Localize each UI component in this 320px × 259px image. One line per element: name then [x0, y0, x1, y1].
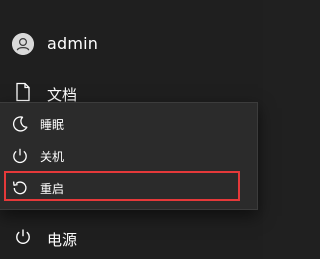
- menu-item-sleep[interactable]: 睡眠: [0, 108, 257, 140]
- menu-item-restart[interactable]: 重启: [0, 172, 257, 204]
- user-avatar-icon: [12, 33, 34, 55]
- power-icon: [11, 147, 29, 169]
- restart-label: 重启: [40, 182, 65, 196]
- user-account-button[interactable]: admin: [0, 26, 263, 62]
- power-button[interactable]: 电源: [0, 222, 263, 254]
- power-icon: [14, 228, 32, 250]
- restart-icon: [11, 179, 29, 201]
- moon-icon: [11, 115, 29, 137]
- power-flyout-menu: 睡眠 关机 重启: [0, 102, 258, 210]
- menu-item-shutdown[interactable]: 关机: [0, 140, 257, 172]
- shutdown-label: 关机: [40, 150, 65, 164]
- user-name-label: admin: [47, 34, 99, 53]
- power-label: 电源: [47, 231, 78, 249]
- sleep-label: 睡眠: [40, 118, 65, 132]
